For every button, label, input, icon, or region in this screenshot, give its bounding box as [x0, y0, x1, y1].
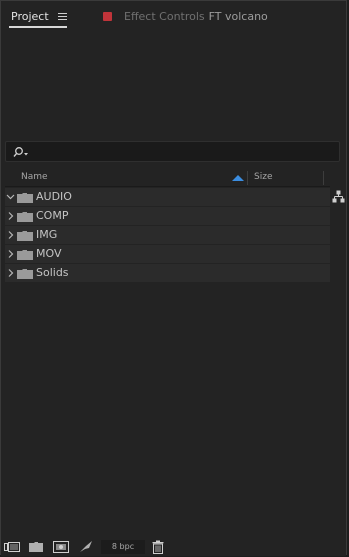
- folder-icon: [17, 193, 33, 203]
- column-divider[interactable]: [247, 171, 248, 185]
- chevron-right-icon[interactable]: [6, 229, 15, 241]
- folder-row-solids[interactable]: Solids: [5, 264, 330, 283]
- interpret-footage-icon[interactable]: [4, 540, 20, 554]
- project-panel: Project Effect Controls FT volcano Name S…: [0, 0, 347, 556]
- folder-row-mov[interactable]: MOV: [5, 245, 330, 264]
- folder-label: AUDIO: [36, 190, 72, 203]
- folder-icon: [17, 231, 33, 241]
- tab-effect-controls[interactable]: Effect Controls FT volcano: [124, 9, 268, 27]
- folder-icon: [17, 269, 33, 279]
- footage-preview-area: [1, 31, 346, 141]
- project-item-list: AUDIO COMP IMG MOV Solids: [5, 188, 330, 283]
- chevron-right-icon[interactable]: [6, 267, 15, 279]
- tab-effect-label: Effect Controls: [124, 10, 205, 23]
- folder-label: Solids: [36, 266, 69, 279]
- search-box[interactable]: [5, 141, 340, 162]
- trash-icon[interactable]: [152, 540, 164, 554]
- folder-icon: [17, 250, 33, 260]
- search-input[interactable]: [34, 144, 338, 161]
- column-divider[interactable]: [323, 171, 324, 185]
- tab-effect-target: FT volcano: [208, 10, 268, 23]
- panel-menu-icon[interactable]: [58, 13, 67, 21]
- column-header: Name Size: [5, 170, 330, 187]
- new-composition-icon[interactable]: [53, 540, 69, 554]
- column-name-header[interactable]: Name: [21, 172, 48, 182]
- chevron-down-icon[interactable]: [6, 191, 15, 203]
- folder-row-img[interactable]: IMG: [5, 226, 330, 245]
- folder-icon: [17, 212, 33, 222]
- tab-bar: Project Effect Controls FT volcano: [1, 1, 346, 31]
- folder-row-audio[interactable]: AUDIO: [5, 188, 330, 207]
- flowchart-icon[interactable]: [332, 190, 345, 203]
- column-size-header[interactable]: Size: [254, 172, 272, 182]
- tab-project[interactable]: Project: [11, 9, 49, 27]
- label-color-swatch: [103, 12, 112, 21]
- bottom-toolbar: 8 bpc: [1, 538, 346, 556]
- folder-row-comp[interactable]: COMP: [5, 207, 330, 226]
- folder-label: IMG: [36, 228, 58, 241]
- chevron-right-icon[interactable]: [6, 248, 15, 260]
- folder-label: MOV: [36, 247, 62, 260]
- sort-ascending-icon[interactable]: [232, 175, 244, 181]
- chevron-right-icon[interactable]: [6, 210, 15, 222]
- new-folder-icon[interactable]: [29, 540, 43, 554]
- search-icon[interactable]: [13, 146, 29, 158]
- bit-depth-button[interactable]: 8 bpc: [101, 540, 145, 554]
- active-tab-indicator: [9, 26, 67, 28]
- adjust-project-settings-icon[interactable]: [79, 540, 93, 554]
- folder-label: COMP: [36, 209, 69, 222]
